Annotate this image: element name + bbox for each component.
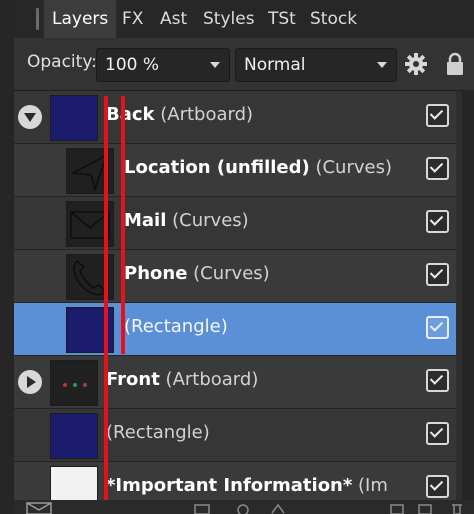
layer-label: *Important Information* (Im — [106, 475, 388, 496]
layer-label: (Rectangle) — [106, 422, 210, 443]
scrollbar[interactable] — [462, 90, 474, 514]
add-layer-icon[interactable] — [418, 503, 432, 514]
left-dock-strip — [0, 0, 14, 514]
visibility-checkbox[interactable] — [426, 157, 449, 180]
visibility-checkbox[interactable] — [426, 210, 449, 233]
trash-icon[interactable] — [450, 502, 464, 514]
annotation-line-left — [104, 96, 108, 500]
visibility-checkbox[interactable] — [426, 369, 449, 392]
layer-row-rectangle-selected[interactable]: (Rectangle) — [14, 303, 456, 357]
gear-icon[interactable] — [404, 52, 428, 76]
opacity-dropdown[interactable]: 100 % — [96, 48, 230, 82]
opacity-label: Opacity: — [27, 52, 97, 72]
mail-icon[interactable] — [26, 502, 52, 514]
panel-bottom-bar — [14, 500, 474, 514]
layer-row-important-information[interactable]: *Important Information* (Im — [14, 462, 456, 504]
annotation-line-right — [121, 96, 125, 354]
layer-row-phone[interactable]: Phone (Curves) — [14, 250, 456, 304]
tab-styles[interactable]: Styles — [203, 0, 255, 38]
layer-row-back-artboard[interactable]: Back (Artboard) — [14, 91, 456, 145]
tab-layers[interactable]: Layers — [44, 0, 117, 38]
expand-triangle-icon[interactable] — [18, 370, 42, 394]
layers-panel: Layers FX Ast Styles TSt Stock Opacity: … — [0, 0, 474, 514]
layer-thumbnail — [50, 413, 98, 459]
opacity-value: 100 % — [105, 55, 160, 75]
layer-toolbar: Opacity: 100 % Normal — [14, 38, 474, 91]
layer-row-location[interactable]: Location (unfilled) (Curves) — [14, 144, 456, 198]
visibility-checkbox[interactable] — [426, 316, 449, 339]
chevron-down-icon — [210, 62, 220, 68]
layer-label: Back (Artboard) — [106, 104, 254, 125]
layer-label: Phone (Curves) — [124, 263, 270, 284]
layer-label: (Rectangle) — [124, 316, 228, 337]
collapse-triangle-icon[interactable] — [18, 105, 42, 129]
layer-thumbnail — [50, 95, 98, 141]
layer-thumbnail — [50, 360, 98, 406]
visibility-checkbox[interactable] — [426, 104, 449, 127]
chevron-down-icon — [377, 62, 387, 68]
tab-stock[interactable]: Stock — [310, 0, 357, 38]
tab-fx[interactable]: FX — [122, 0, 143, 38]
fx-icon[interactable] — [270, 503, 286, 514]
blend-mode-value: Normal — [244, 55, 306, 75]
layer-label: Front (Artboard) — [106, 369, 259, 390]
visibility-checkbox[interactable] — [426, 422, 449, 445]
layer-thumbnail — [50, 466, 98, 504]
layer-row-mail[interactable]: Mail (Curves) — [14, 197, 456, 251]
panel-grip-icon[interactable] — [36, 8, 39, 30]
group-icon[interactable] — [390, 503, 404, 514]
layer-label: Mail (Curves) — [124, 210, 249, 231]
layer-row-rectangle[interactable]: (Rectangle) — [14, 409, 456, 463]
mask-icon[interactable] — [236, 503, 250, 514]
adjustment-icon[interactable] — [194, 504, 210, 514]
visibility-checkbox[interactable] — [426, 475, 449, 498]
layer-label: Location (unfilled) (Curves) — [124, 157, 392, 178]
layer-row-front-artboard[interactable]: Front (Artboard) — [14, 356, 456, 410]
blend-mode-dropdown[interactable]: Normal — [235, 48, 397, 82]
tab-assets[interactable]: Ast — [160, 0, 187, 38]
visibility-checkbox[interactable] — [426, 263, 449, 286]
tab-text-styles[interactable]: TSt — [268, 0, 296, 38]
lock-icon[interactable] — [446, 52, 464, 76]
